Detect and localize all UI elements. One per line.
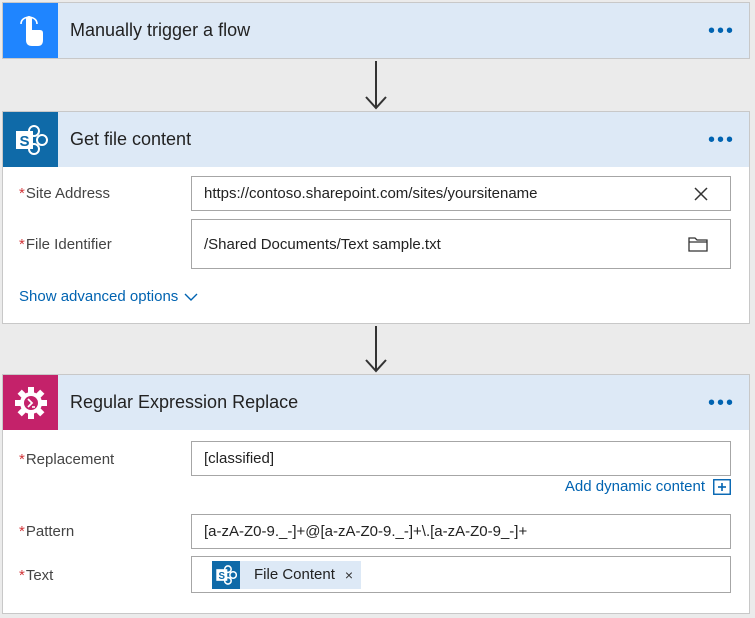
required-marker: * xyxy=(19,567,25,584)
replacement-label-text: Replacement xyxy=(25,451,115,468)
site-address-value: https://contoso.sharepoint.com/sites/you… xyxy=(204,185,538,202)
text-label-text: Text xyxy=(25,567,54,584)
required-marker: * xyxy=(19,185,25,202)
site-address-row: *Site Address https://contoso.sharepoint… xyxy=(3,167,749,217)
flow-arrow xyxy=(364,59,388,111)
required-marker: * xyxy=(19,523,25,540)
trigger-card-header[interactable]: Manually trigger a flow ••• xyxy=(3,3,749,58)
get-file-content-more-button[interactable]: ••• xyxy=(708,130,735,150)
pattern-label: *Pattern xyxy=(19,523,74,540)
trigger-title: Manually trigger a flow xyxy=(70,20,251,40)
show-advanced-options-link[interactable]: Show advanced options xyxy=(19,288,198,305)
show-advanced-options-text: Show advanced options xyxy=(19,288,179,305)
regex-replace-more-button[interactable]: ••• xyxy=(708,393,735,413)
add-dynamic-content-text: Add dynamic content xyxy=(564,478,705,495)
file-identifier-value: /Shared Documents/Text sample.txt xyxy=(204,235,441,253)
chevron-down-icon xyxy=(184,293,198,301)
file-identifier-field[interactable]: /Shared Documents/Text sample.txt xyxy=(191,219,731,269)
file-identifier-label: *File Identifier xyxy=(19,236,112,253)
clear-icon[interactable] xyxy=(694,186,708,201)
replacement-row: *Replacement [classified] xyxy=(3,430,749,480)
sharepoint-icon: S xyxy=(212,560,240,589)
site-address-field[interactable]: https://contoso.sharepoint.com/sites/you… xyxy=(191,176,731,211)
gear-icon xyxy=(3,375,58,430)
svg-text:S: S xyxy=(219,570,226,581)
replacement-field[interactable]: [classified] xyxy=(191,441,731,476)
regex-replace-header[interactable]: Regular Expression Replace ••• xyxy=(3,375,749,430)
text-field[interactable]: S File Content × xyxy=(191,556,731,593)
flow-arrow xyxy=(364,324,388,374)
trigger-card[interactable]: Manually trigger a flow ••• xyxy=(2,2,750,59)
pattern-row: *Pattern [a-zA-Z0-9._-]+@[a-zA-Z0-9._-]+… xyxy=(3,511,749,551)
replacement-value: [classified] xyxy=(204,450,275,467)
add-dynamic-content-link[interactable]: Add dynamic content xyxy=(565,478,731,495)
add-dynamic-content-icon xyxy=(713,478,731,495)
svg-text:S: S xyxy=(19,133,29,150)
pattern-value: [a-zA-Z0-9._-]+@[a-zA-Z0-9._-]+\.[a-zA-Z… xyxy=(204,523,528,540)
required-marker: * xyxy=(19,451,25,468)
site-address-label: *Site Address xyxy=(19,185,110,202)
remove-token-button[interactable]: × xyxy=(345,567,353,583)
text-row: *Text S File Content × xyxy=(3,555,749,597)
trigger-more-button[interactable]: ••• xyxy=(708,21,735,41)
regex-replace-card[interactable]: Regular Expression Replace ••• *Replacem… xyxy=(2,374,750,614)
get-file-content-header[interactable]: S Get file content ••• xyxy=(3,112,749,167)
get-file-content-title: Get file content xyxy=(70,129,192,149)
sharepoint-icon: S xyxy=(3,112,58,167)
file-content-token[interactable]: S File Content × xyxy=(212,560,362,589)
file-content-token-label: File Content xyxy=(254,566,335,583)
get-file-content-card[interactable]: S Get file content ••• *Site Address htt… xyxy=(2,111,750,324)
advanced-options-row: Show advanced options xyxy=(3,282,749,312)
regex-replace-title: Regular Expression Replace xyxy=(70,392,299,412)
pattern-field[interactable]: [a-zA-Z0-9._-]+@[a-zA-Z0-9._-]+\.[a-zA-Z… xyxy=(191,514,731,549)
required-marker: * xyxy=(19,236,25,253)
folder-icon[interactable] xyxy=(688,236,708,252)
pattern-label-text: Pattern xyxy=(25,523,75,540)
text-label: *Text xyxy=(19,567,53,584)
file-identifier-row: *File Identifier /Shared Documents/Text … xyxy=(3,217,749,272)
replacement-label: *Replacement xyxy=(19,451,114,468)
file-identifier-label-text: File Identifier xyxy=(25,236,112,253)
site-address-label-text: Site Address xyxy=(25,185,111,202)
hand-tap-icon xyxy=(3,3,58,58)
dynamic-content-row: Add dynamic content xyxy=(3,478,749,500)
